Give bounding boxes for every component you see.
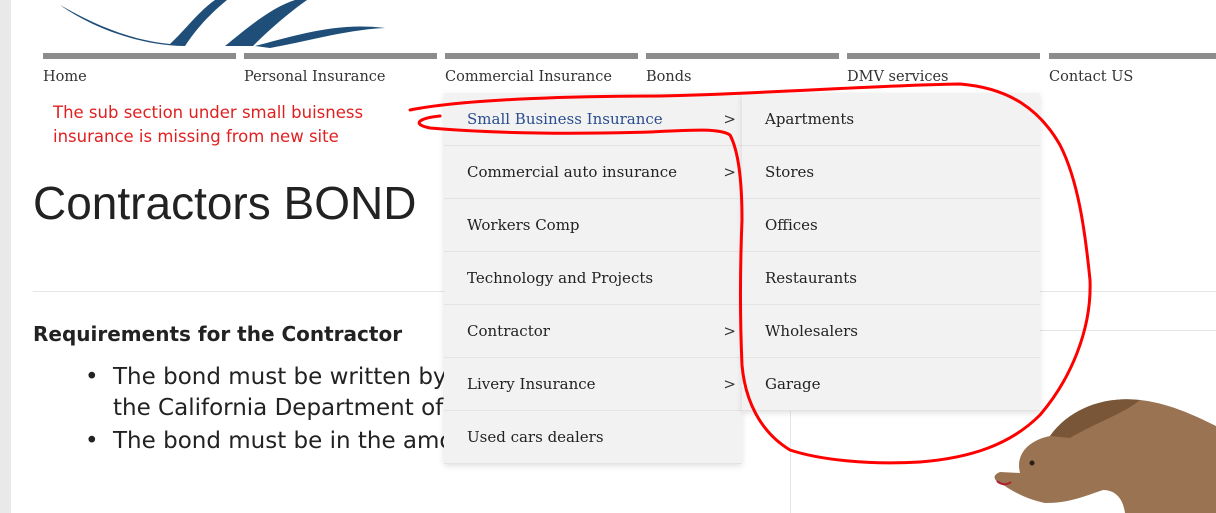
dropdown-item-label[interactable]: Technology and Projects xyxy=(467,269,653,287)
nav-bar-indicator xyxy=(847,53,1040,59)
dropdown-item-technology-projects[interactable]: Technology and Projects xyxy=(444,252,742,305)
submenu-item-label[interactable]: Stores xyxy=(765,163,814,181)
dropdown-item-label[interactable]: Workers Comp xyxy=(467,216,580,234)
nav-contact-us-label[interactable]: Contact US xyxy=(1049,69,1216,85)
submenu-item-wholesalers[interactable]: Wholesalers xyxy=(742,305,1040,358)
submenu-item-label[interactable]: Garage xyxy=(765,375,821,393)
dropdown-item-label[interactable]: Small Business Insurance xyxy=(467,110,663,128)
dropdown-item-commercial-auto[interactable]: Commercial auto insurance > xyxy=(444,146,742,199)
chevron-right-icon: > xyxy=(723,322,736,340)
submenu-item-label[interactable]: Apartments xyxy=(765,110,854,128)
nav-home[interactable]: Home xyxy=(43,53,236,93)
nav-bar-indicator xyxy=(43,53,236,59)
chevron-right-icon: > xyxy=(723,110,736,128)
nav-dmv-services[interactable]: DMV services xyxy=(847,53,1040,93)
chevron-right-icon: > xyxy=(723,163,736,181)
section-heading: Requirements for the Contractor xyxy=(33,322,403,346)
dropdown-item-workers-comp[interactable]: Workers Comp xyxy=(444,199,742,252)
dropdown-item-label[interactable]: Commercial auto insurance xyxy=(467,163,677,181)
dropdown-item-label[interactable]: Contractor xyxy=(467,322,550,340)
nav-bar-indicator xyxy=(445,53,638,59)
nav-home-label[interactable]: Home xyxy=(43,69,236,85)
chevron-right-icon: > xyxy=(723,375,736,393)
dropdown-item-small-business[interactable]: Small Business Insurance > xyxy=(444,93,742,146)
submenu-item-label[interactable]: Offices xyxy=(765,216,818,234)
nav-bar-indicator xyxy=(1049,53,1216,59)
annotation-note: The sub section under small buisness ins… xyxy=(53,103,364,146)
dropdown-item-livery[interactable]: Livery Insurance > xyxy=(444,358,742,411)
submenu-item-label[interactable]: Restaurants xyxy=(765,269,857,287)
submenu-item-offices[interactable]: Offices xyxy=(742,199,1040,252)
submenu-item-stores[interactable]: Stores xyxy=(742,146,1040,199)
wave-logo-icon[interactable] xyxy=(55,0,395,48)
nav-commercial-insurance[interactable]: Commercial Insurance xyxy=(445,53,638,93)
dropdown-item-label[interactable]: Used cars dealers xyxy=(467,428,604,446)
small-business-submenu: Apartments Stores Offices Restaurants Wh… xyxy=(742,93,1040,411)
nav-bar-indicator xyxy=(244,53,437,59)
nav-personal-insurance[interactable]: Personal Insurance xyxy=(244,53,437,93)
dropdown-item-label[interactable]: Livery Insurance xyxy=(467,375,596,393)
nav-dmv-services-label[interactable]: DMV services xyxy=(847,69,1040,85)
submenu-item-label[interactable]: Wholesalers xyxy=(765,322,858,340)
commercial-insurance-dropdown: Small Business Insurance > Commercial aut… xyxy=(444,93,742,464)
dropdown-item-contractor[interactable]: Contractor > xyxy=(444,305,742,358)
dropdown-item-used-cars[interactable]: Used cars dealers xyxy=(444,411,742,464)
nav-bar-indicator xyxy=(646,53,839,59)
left-edge-bar xyxy=(0,0,11,513)
bullet-icon: • xyxy=(85,364,99,390)
nav-contact-us[interactable]: Contact US xyxy=(1049,53,1216,93)
page-title: Contractors BOND xyxy=(33,177,417,229)
nav-bonds-label[interactable]: Bonds xyxy=(646,69,839,85)
submenu-item-apartments[interactable]: Apartments xyxy=(742,93,1040,146)
nav-personal-insurance-label[interactable]: Personal Insurance xyxy=(244,69,437,85)
nav-commercial-insurance-label[interactable]: Commercial Insurance xyxy=(445,69,638,85)
submenu-item-garage[interactable]: Garage xyxy=(742,358,1040,411)
bullet-icon: • xyxy=(85,428,99,454)
nav-bonds[interactable]: Bonds xyxy=(646,53,839,93)
submenu-item-restaurants[interactable]: Restaurants xyxy=(742,252,1040,305)
